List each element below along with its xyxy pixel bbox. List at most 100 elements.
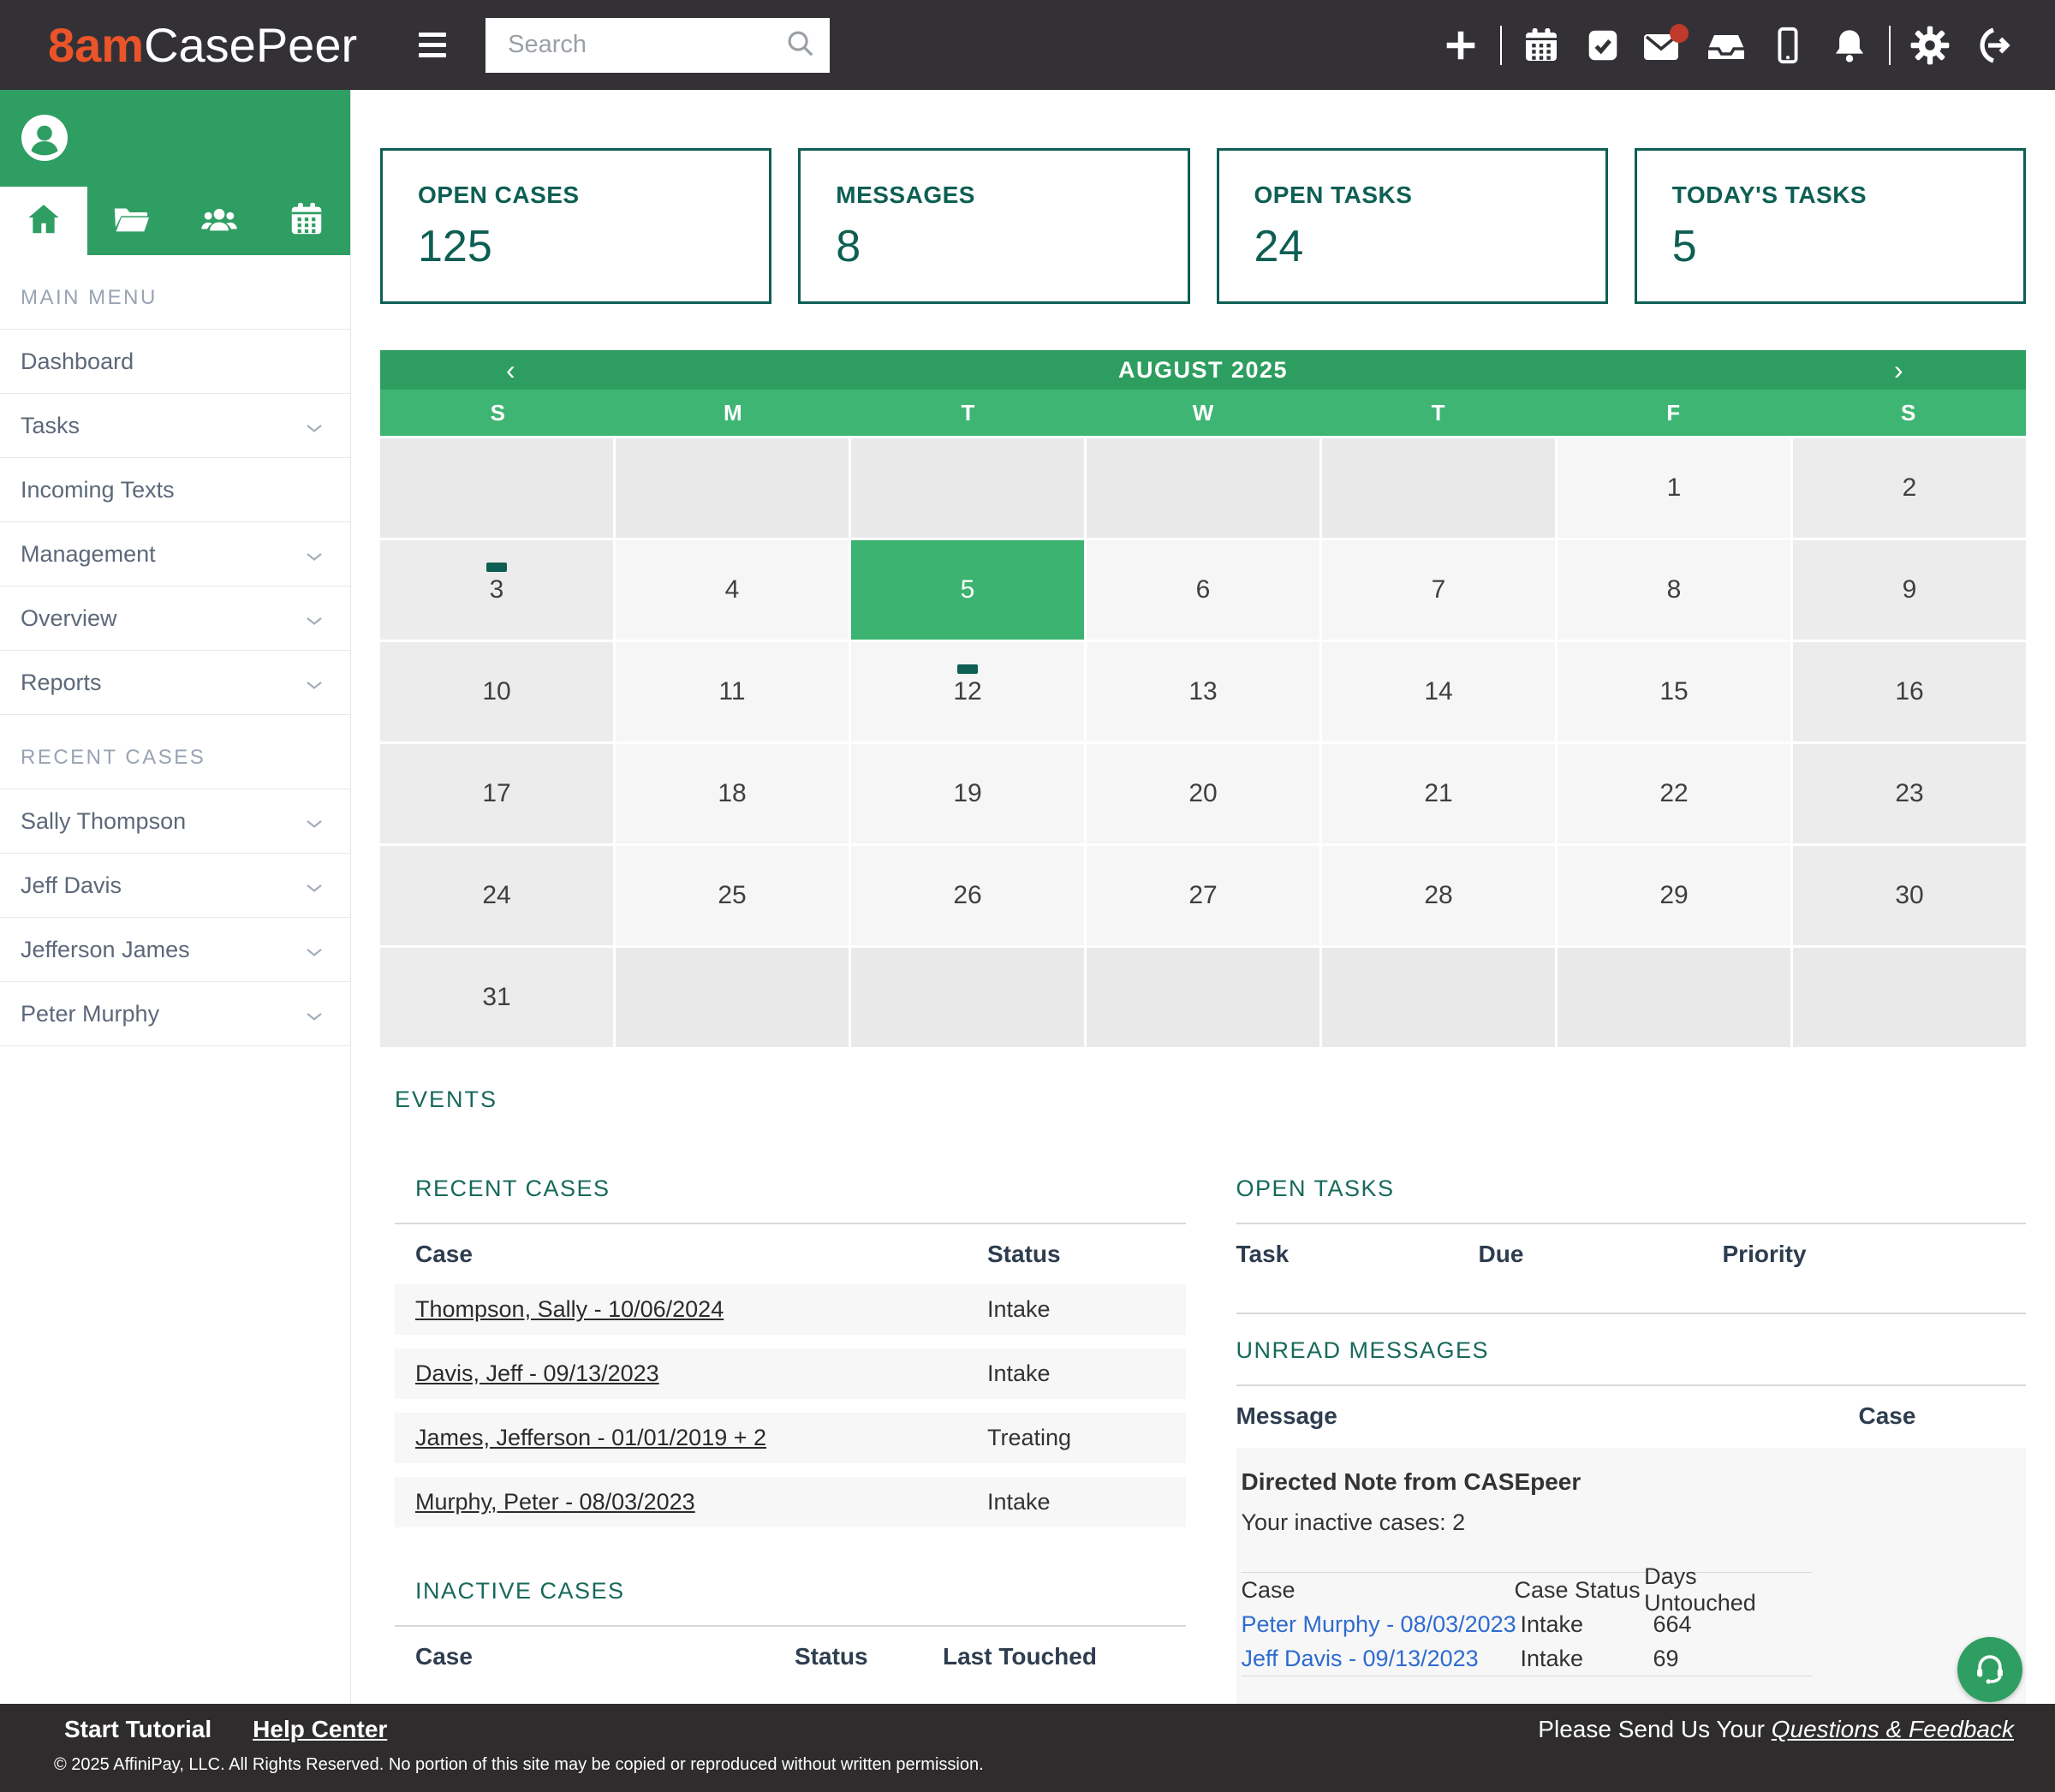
copyright-text: © 2025 AffiniPay, LLC. All Rights Reserv… (54, 1755, 984, 1775)
right-column: OPEN TASKS Task Due Priority UNREAD MESS… (1236, 1175, 2027, 1704)
sidebar-case-jeff-davis[interactable]: Jeff Davis (0, 853, 350, 917)
calendar-day[interactable]: 2 (1793, 438, 2026, 538)
tab-calendar[interactable] (263, 187, 350, 255)
tasks-check-icon[interactable] (1572, 26, 1634, 65)
calendar-day[interactable]: 24 (380, 846, 613, 945)
calendar-day[interactable]: 22 (1558, 744, 1790, 843)
calendar-day[interactable]: 4 (616, 540, 849, 640)
calendar-day[interactable]: 11 (616, 642, 849, 741)
stat-label: OPEN TASKS (1254, 182, 1605, 209)
feedback-prefix: Please Send Us Your (1538, 1716, 1771, 1742)
logout-icon[interactable] (1961, 25, 2022, 66)
stat-card-messages[interactable]: MESSAGES 8 (798, 148, 1189, 304)
calendar-day[interactable]: 28 (1322, 846, 1555, 945)
tab-home[interactable] (0, 187, 87, 255)
app-logo[interactable]: 8amCasePeer (48, 17, 357, 73)
calendar-day[interactable]: 14 (1322, 642, 1555, 741)
sidebar-item-incoming-texts[interactable]: Incoming Texts (0, 457, 350, 521)
calendar-prev-button[interactable]: ‹ (494, 350, 528, 390)
sidebar-item-management[interactable]: Management (0, 521, 350, 586)
open-tasks-header-row: Task Due Priority (1236, 1224, 2027, 1284)
column-header-days-untouched: Days Untouched (1644, 1563, 1811, 1616)
calendar-day[interactable]: 7 (1322, 540, 1555, 640)
case-link[interactable]: Murphy, Peter - 08/03/2023 (415, 1489, 695, 1515)
stat-cards: OPEN CASES 125 MESSAGES 8 OPEN TASKS 24 … (380, 148, 2026, 304)
message-note-card[interactable]: Directed Note from CASEpeer Your inactiv… (1236, 1448, 2027, 1704)
sidebar-case-peter-murphy[interactable]: Peter Murphy (0, 981, 350, 1045)
note-title: Directed Note from CASEpeer (1242, 1468, 2027, 1496)
calendar-day[interactable]: 27 (1087, 846, 1319, 945)
calendar-day[interactable]: 9 (1793, 540, 2026, 640)
search-box[interactable] (485, 18, 830, 73)
calendar-next-button[interactable]: › (1882, 350, 1916, 390)
case-status: Intake (1521, 1611, 1653, 1638)
calendar-day[interactable]: 8 (1558, 540, 1790, 640)
calendar-day[interactable]: 23 (1793, 744, 2026, 843)
help-center-link[interactable]: Help Center (253, 1716, 387, 1743)
case-link[interactable]: Thompson, Sally - 10/06/2024 (415, 1296, 724, 1322)
column-header-due: Due (1479, 1241, 1723, 1268)
case-link[interactable]: Jeff Davis - 09/13/2023 (1242, 1646, 1479, 1671)
calendar-icon[interactable] (1510, 25, 1572, 66)
sidebar-case-sally-thompson[interactable]: Sally Thompson (0, 789, 350, 853)
sidebar-item-tasks[interactable]: Tasks (0, 393, 350, 457)
settings-gear-icon[interactable] (1899, 25, 1961, 66)
calendar-icon (287, 199, 326, 243)
avatar[interactable] (21, 115, 68, 165)
footer: Start Tutorial Help Center Please Send U… (0, 1704, 2055, 1792)
stat-card-todays-tasks[interactable]: TODAY'S TASKS 5 (1635, 148, 2026, 304)
sidebar-item-overview[interactable]: Overview (0, 586, 350, 650)
table-row: Jeff Davis - 09/13/2023 Intake 69 (1242, 1641, 1812, 1676)
calendar-day[interactable]: 29 (1558, 846, 1790, 945)
case-link[interactable]: James, Jefferson - 01/01/2019 + 2 (415, 1425, 766, 1450)
main-menu-label: MAIN MENU (21, 286, 350, 310)
calendar-day[interactable]: 26 (851, 846, 1084, 945)
day-number: 22 (1659, 779, 1688, 808)
calendar-day[interactable]: 17 (380, 744, 613, 843)
messages-mail-icon[interactable] (1634, 24, 1695, 67)
stat-card-open-tasks[interactable]: OPEN TASKS 24 (1217, 148, 1608, 304)
calendar-day[interactable]: 15 (1558, 642, 1790, 741)
case-link[interactable]: Davis, Jeff - 09/13/2023 (415, 1360, 659, 1386)
calendar-day[interactable]: 25 (616, 846, 849, 945)
unread-messages-header-row: Message Case (1236, 1386, 2027, 1446)
calendar-day[interactable]: 12 (851, 642, 1084, 741)
calendar-day[interactable]: 19 (851, 744, 1084, 843)
calendar-weekday-row: SMTWTFS (380, 390, 2026, 436)
calendar-day[interactable]: 18 (616, 744, 849, 843)
start-tutorial-link[interactable]: Start Tutorial (64, 1716, 211, 1743)
phone-icon[interactable] (1757, 25, 1819, 66)
sidebar-item-label: Jeff Davis (21, 872, 122, 899)
day-number: 27 (1188, 881, 1217, 910)
calendar-day[interactable]: 30 (1793, 846, 2026, 945)
day-number: 21 (1424, 779, 1452, 808)
calendar-day[interactable]: 5 (851, 540, 1084, 640)
sidebar-case-jefferson-james[interactable]: Jefferson James (0, 917, 350, 981)
calendar-day[interactable]: 21 (1322, 744, 1555, 843)
weekday-label: S (1790, 390, 2026, 436)
calendar-day[interactable]: 3 (380, 540, 613, 640)
calendar-day[interactable]: 20 (1087, 744, 1319, 843)
tab-contacts[interactable] (176, 187, 263, 255)
notifications-bell-icon[interactable] (1819, 25, 1880, 66)
calendar-day[interactable]: 6 (1087, 540, 1319, 640)
calendar-day[interactable]: 13 (1087, 642, 1319, 741)
search-input[interactable] (506, 30, 783, 60)
menu-icon[interactable] (419, 33, 446, 57)
calendar-day[interactable]: 10 (380, 642, 613, 741)
stat-card-open-cases[interactable]: OPEN CASES 125 (380, 148, 771, 304)
feedback-link[interactable]: Questions & Feedback (1772, 1716, 2014, 1742)
intake-tray-icon[interactable] (1695, 25, 1757, 66)
calendar-day[interactable]: 31 (380, 948, 613, 1047)
tab-cases[interactable] (87, 187, 175, 255)
sidebar-item-reports[interactable]: Reports (0, 650, 350, 714)
table-row: Thompson, Sally - 10/06/2024 Intake (395, 1284, 1186, 1335)
add-icon[interactable] (1430, 26, 1492, 65)
sidebar-item-dashboard[interactable]: Dashboard (0, 329, 350, 393)
support-chat-button[interactable] (1957, 1637, 2022, 1702)
calendar-day[interactable]: 16 (1793, 642, 2026, 741)
search-icon[interactable] (783, 27, 816, 63)
case-link[interactable]: Peter Murphy - 08/03/2023 (1242, 1611, 1516, 1637)
calendar-day[interactable]: 1 (1558, 438, 1790, 538)
table-row: Davis, Jeff - 09/13/2023 Intake (395, 1348, 1186, 1399)
